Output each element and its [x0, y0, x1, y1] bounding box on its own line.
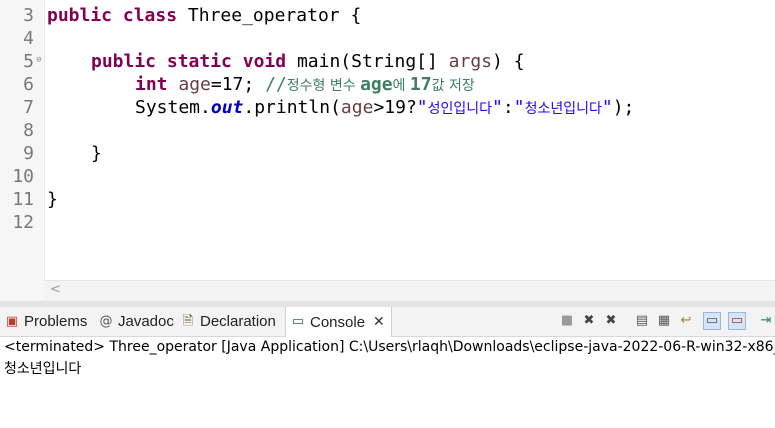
fold-collapse-icon[interactable]: ⊖: [34, 49, 44, 72]
line-number: 6: [23, 74, 34, 95]
comment-text: 17: [409, 74, 432, 95]
code-line[interactable]: int age=17; //정수형 변수 age에 17값 저장: [135, 73, 475, 96]
code-editor[interactable]: 3 4 5 ⊖ 6 7 8 9 10 11 12 public class Th…: [0, 0, 775, 302]
tab-declaration[interactable]: 🗎 Declaration: [180, 307, 276, 336]
code-line[interactable]: }: [47, 188, 58, 211]
tab-label: Declaration: [200, 313, 276, 330]
show-on-stderr-icon[interactable]: ▭: [728, 312, 746, 330]
string-literal: "성인입니다": [417, 97, 503, 118]
string-text: 성인입니다: [427, 101, 493, 117]
code-line[interactable]: }: [91, 142, 102, 165]
declaration-icon: 🗎: [182, 313, 194, 329]
horizontal-scrollbar[interactable]: <: [44, 280, 775, 301]
code-text: main(String[]: [286, 51, 449, 72]
line-number: 4: [23, 28, 34, 49]
code-line[interactable]: System.out.println(age>19?"성인입니다":"청소년입니…: [135, 96, 634, 119]
code-text: ) {: [492, 51, 525, 72]
static-field: out: [210, 97, 244, 118]
string-text: 청소년입니다: [524, 101, 602, 117]
close-icon[interactable]: ✕: [373, 314, 385, 330]
problems-icon: ▣: [5, 313, 19, 329]
line-number: 9: [23, 143, 34, 164]
line-number: 3: [23, 5, 34, 26]
bottom-views-panel: ▣ Problems @ Javadoc 🗎 Declaration ▭ Con…: [0, 307, 775, 428]
comment-prefix: //: [265, 74, 287, 95]
quote: ": [601, 97, 613, 118]
comment-text: age: [360, 74, 393, 95]
tab-problems[interactable]: ▣ Problems: [4, 307, 88, 336]
code-text: Three_operator {: [177, 5, 362, 26]
variable: age: [178, 74, 211, 95]
console-launch-header: <terminated> Three_operator [Java Applic…: [4, 339, 775, 355]
line-number: 11: [12, 189, 34, 210]
line-number-gutter: 3 4 5 ⊖ 6 7 8 9 10 11 12: [0, 0, 45, 302]
keyword: public: [91, 51, 157, 72]
keyword: int: [135, 74, 168, 95]
keyword: static: [166, 51, 232, 72]
comment-text: 에: [392, 78, 410, 94]
remove-launch-icon[interactable]: ✖: [580, 312, 598, 330]
line-number: 10: [12, 166, 34, 187]
line-number: 8: [23, 120, 34, 141]
code-text: );: [612, 97, 635, 118]
comment: //정수형 변수 age에 17값 저장: [265, 74, 475, 95]
remove-all-launches-icon[interactable]: ✖: [602, 312, 620, 330]
tab-label: Javadoc: [118, 313, 174, 330]
console-output-text[interactable]: 청소년입니다: [4, 359, 81, 379]
line-number: 12: [12, 212, 34, 233]
clear-console-icon[interactable]: ▤: [633, 312, 651, 330]
code-line[interactable]: public class Three_operator {: [47, 4, 361, 27]
word-wrap-icon[interactable]: ↩: [677, 312, 695, 330]
comment-text: 값 저장: [431, 78, 475, 94]
keyword: void: [242, 51, 287, 72]
line-number: 5: [23, 51, 34, 72]
javadoc-icon: @: [99, 313, 113, 329]
tab-javadoc[interactable]: @ Javadoc: [98, 307, 174, 336]
pin-console-icon[interactable]: ⇥: [757, 312, 775, 330]
string-literal: "청소년입니다": [514, 97, 613, 118]
scroll-left-arrow-icon[interactable]: <: [50, 282, 61, 297]
line-number: 7: [23, 97, 34, 118]
show-on-stdout-icon[interactable]: ▭: [703, 312, 721, 330]
tab-label: Console: [310, 313, 366, 331]
parameter: args: [448, 51, 493, 72]
code-line[interactable]: public static void main(String[] args) {: [91, 50, 525, 73]
terminate-icon[interactable]: ■: [558, 312, 576, 330]
code-text: :: [502, 97, 514, 118]
keyword: class: [122, 5, 178, 26]
comment-text: 정수형 변수: [286, 78, 361, 94]
variable: age: [340, 97, 374, 118]
scroll-lock-icon[interactable]: ▦: [655, 312, 673, 330]
code-text: .println(: [243, 97, 341, 118]
tab-console[interactable]: ▭ Console ✕: [285, 307, 392, 337]
quote: ": [513, 97, 525, 118]
code-text: >19?: [373, 97, 417, 118]
view-tab-bar: ▣ Problems @ Javadoc 🗎 Declaration ▭ Con…: [0, 307, 775, 337]
keyword: public: [47, 5, 113, 26]
console-icon: ▭: [291, 314, 305, 329]
code-text: =17;: [210, 74, 266, 95]
quote: ": [492, 97, 503, 118]
tab-label: Problems: [24, 313, 88, 330]
quote: ": [416, 97, 428, 118]
code-text: System.: [135, 97, 211, 118]
